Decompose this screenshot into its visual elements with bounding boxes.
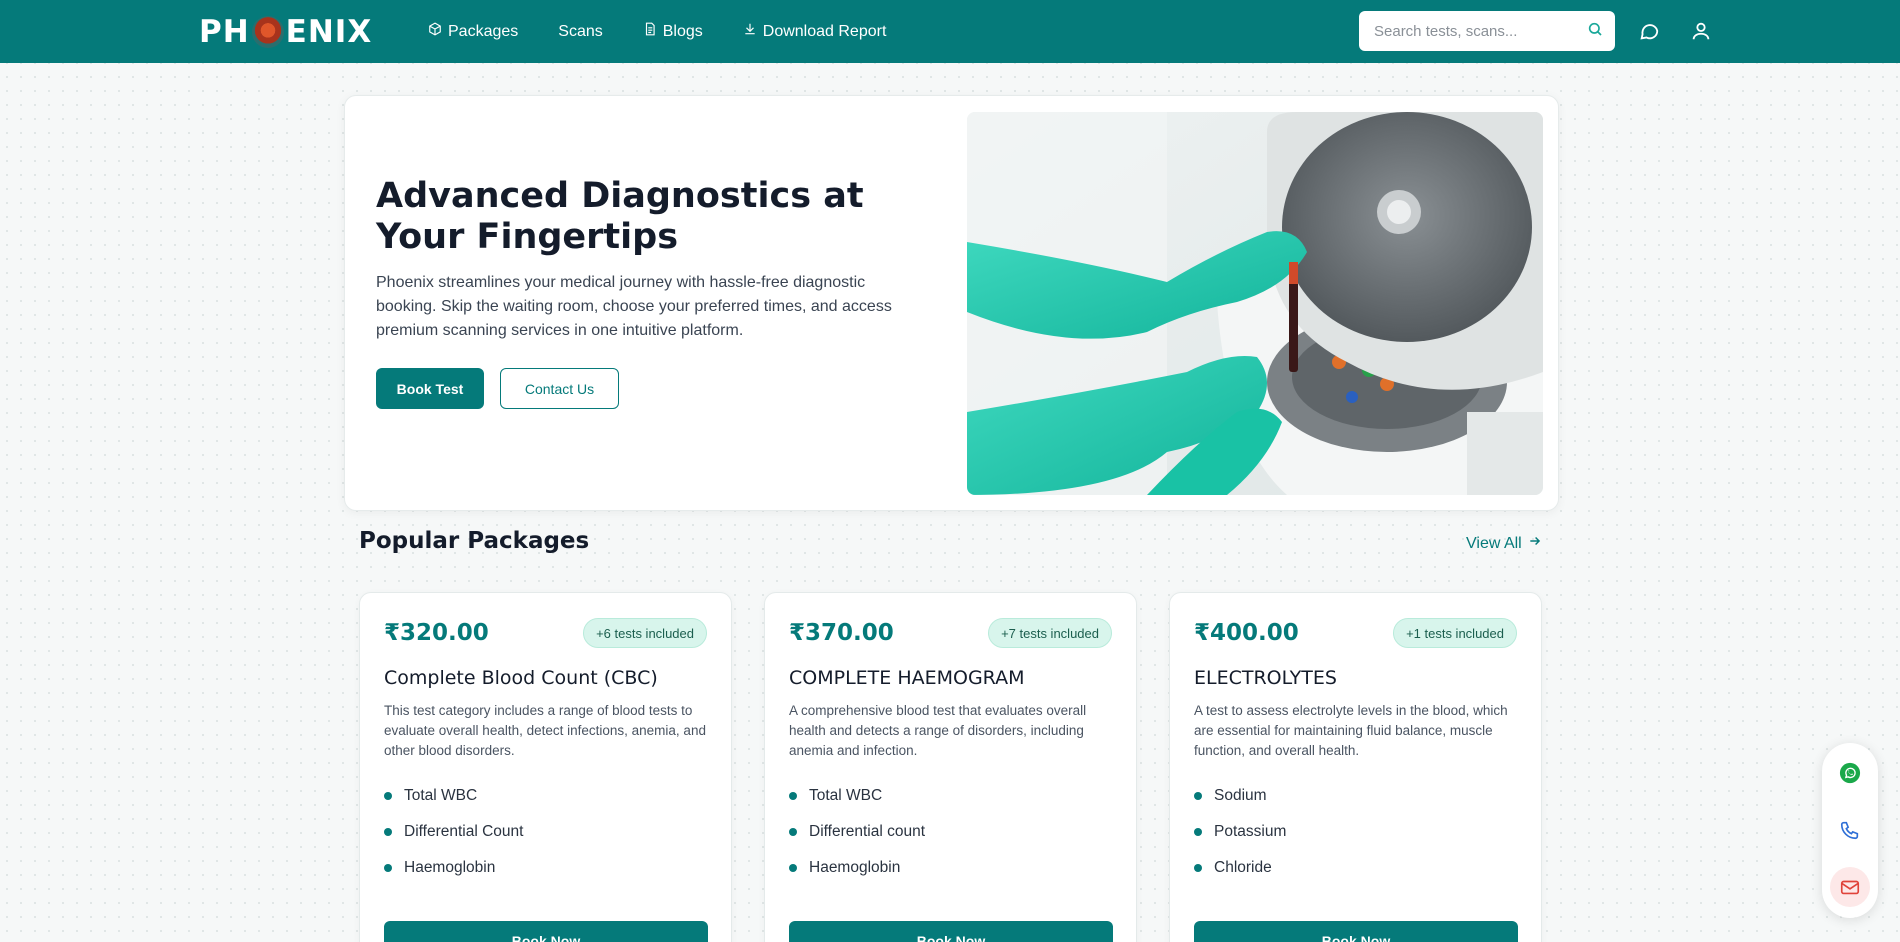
test-name: Haemoglobin — [809, 859, 901, 876]
view-all-label: View All — [1466, 534, 1522, 552]
tests-included-badge: +1 tests included — [1393, 618, 1517, 648]
test-name: Chloride — [1214, 859, 1272, 876]
nav-download-report[interactable]: Download Report — [743, 22, 887, 41]
book-now-button[interactable]: Book Now — [789, 921, 1113, 942]
tests-included-badge: +7 tests included — [988, 618, 1112, 648]
user-icon[interactable] — [1690, 20, 1712, 42]
package-icon — [428, 22, 442, 41]
search-icon[interactable] — [1587, 21, 1603, 42]
package-card: ₹320.00 +6 tests included Complete Blood… — [359, 592, 732, 942]
bullet-icon — [1194, 864, 1202, 872]
list-item: Potassium — [1194, 814, 1286, 850]
test-name: Differential Count — [404, 823, 524, 840]
list-item: Sodium — [1194, 778, 1286, 814]
hero-description: Phoenix streamlines your medical journey… — [376, 274, 892, 339]
bullet-icon — [789, 828, 797, 836]
package-price: ₹320.00 — [384, 620, 489, 646]
contact-us-button[interactable]: Contact Us — [500, 368, 619, 409]
bullet-icon — [384, 864, 392, 872]
phone-icon[interactable] — [1830, 810, 1870, 850]
nav-links: Packages Scans Blogs Download Report — [428, 0, 926, 63]
bullet-icon — [384, 828, 392, 836]
floating-contact-bar — [1822, 743, 1878, 918]
nav-packages-label: Packages — [448, 22, 519, 40]
bullet-icon — [789, 864, 797, 872]
package-description: A comprehensive blood test that evaluate… — [789, 703, 1087, 758]
list-item: Haemoglobin — [789, 850, 925, 886]
phoenix-logo[interactable]: PH ENIX — [199, 12, 372, 52]
phoenix-emblem-icon — [251, 16, 284, 48]
download-icon — [743, 22, 757, 41]
package-price: ₹370.00 — [789, 620, 894, 646]
package-name: ELECTROLYTES — [1194, 667, 1337, 689]
package-name: COMPLETE HAEMOGRAM — [789, 667, 1025, 689]
test-name: Total WBC — [404, 787, 478, 804]
view-all-link[interactable]: View All — [1466, 534, 1542, 553]
lab-centrifuge-image — [967, 112, 1543, 495]
package-test-list: Total WBC Differential Count Haemoglobin — [384, 778, 523, 886]
whatsapp-icon[interactable] — [1830, 753, 1870, 793]
package-card: ₹370.00 +7 tests included COMPLETE HAEMO… — [764, 592, 1137, 942]
package-price: ₹400.00 — [1194, 620, 1299, 646]
list-item: Total WBC — [384, 778, 523, 814]
hero-card: Advanced Diagnostics at Your Fingertips … — [344, 95, 1559, 511]
chat-icon[interactable] — [1638, 20, 1660, 42]
book-now-button[interactable]: Book Now — [384, 921, 708, 942]
document-icon — [643, 22, 657, 41]
popular-packages-title: Popular Packages — [359, 528, 590, 554]
package-test-list: Sodium Potassium Chloride — [1194, 778, 1286, 886]
list-item: Total WBC — [789, 778, 925, 814]
test-name: Haemoglobin — [404, 859, 496, 876]
search-input[interactable] — [1374, 22, 1587, 40]
list-item: Haemoglobin — [384, 850, 523, 886]
package-description: A test to assess electrolyte levels in t… — [1194, 703, 1508, 758]
list-item: Differential Count — [384, 814, 523, 850]
bullet-icon — [384, 792, 392, 800]
package-description: This test category includes a range of b… — [384, 703, 706, 758]
hero-title: Advanced Diagnostics at Your Fingertips — [376, 176, 864, 257]
test-name: Potassium — [1214, 823, 1287, 840]
nav-scans-label: Scans — [558, 22, 603, 40]
email-icon[interactable] — [1830, 867, 1870, 907]
navbar: PH ENIX Packages Scans Blogs Download Re… — [0, 0, 1900, 63]
bullet-icon — [789, 792, 797, 800]
bullet-icon — [1194, 828, 1202, 836]
search-box — [1359, 11, 1615, 51]
package-name: Complete Blood Count (CBC) — [384, 667, 658, 689]
test-name: Sodium — [1214, 787, 1267, 804]
logo-text-left: PH — [199, 14, 250, 50]
nav-download-report-label: Download Report — [762, 22, 887, 40]
book-test-button[interactable]: Book Test — [376, 368, 484, 409]
nav-blogs-label: Blogs — [662, 22, 703, 40]
package-card: ₹400.00 +1 tests included ELECTROLYTES A… — [1169, 592, 1542, 942]
nav-blogs[interactable]: Blogs — [643, 22, 703, 41]
nav-packages[interactable]: Packages — [428, 22, 518, 41]
package-test-list: Total WBC Differential count Haemoglobin — [789, 778, 925, 886]
list-item: Differential count — [789, 814, 925, 850]
book-now-button[interactable]: Book Now — [1194, 921, 1518, 942]
test-name: Differential count — [809, 823, 926, 840]
tests-included-badge: +6 tests included — [583, 618, 707, 648]
list-item: Chloride — [1194, 850, 1286, 886]
bullet-icon — [1194, 792, 1202, 800]
test-name: Total WBC — [809, 787, 883, 804]
arrow-right-icon — [1528, 534, 1542, 553]
logo-text-right: ENIX — [285, 14, 373, 50]
nav-scans[interactable]: Scans — [558, 23, 602, 41]
